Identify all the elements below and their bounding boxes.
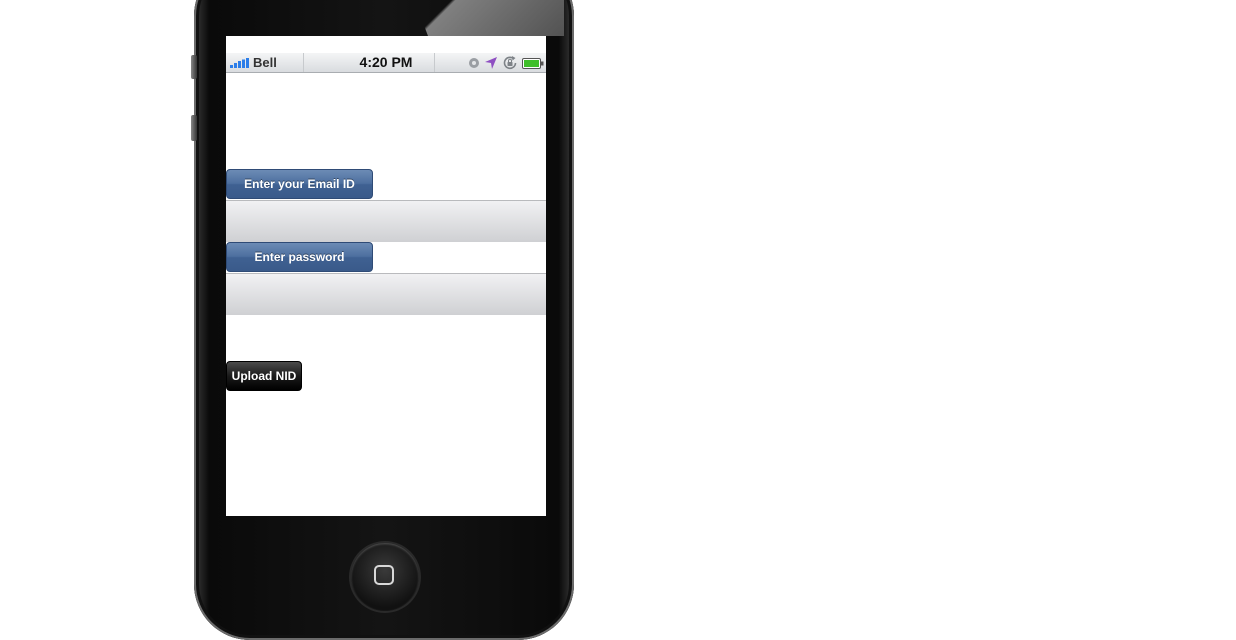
upload-nid-button[interactable]: Upload NID [226,361,302,391]
email-field[interactable] [226,200,546,242]
status-icons [468,55,544,71]
password-field[interactable] [226,273,546,315]
home-square-icon [374,565,394,585]
phone-glare [414,0,564,36]
screen-top-strip [226,36,546,53]
status-bar: Bell 4:20 PM [226,53,546,73]
activity-icon [469,58,479,68]
email-label-button[interactable]: Enter your Email ID [226,169,373,199]
volume-up-button [191,55,197,79]
location-arrow-icon [485,57,497,69]
home-button[interactable] [351,543,419,611]
volume-down-button [191,115,197,141]
phone-screen: Bell 4:20 PM Enter your Email ID Enter p… [226,36,546,516]
password-label-button[interactable]: Enter password [226,242,373,272]
rotation-lock-icon [503,56,517,70]
battery-icon [522,57,544,69]
status-separator [434,53,435,72]
